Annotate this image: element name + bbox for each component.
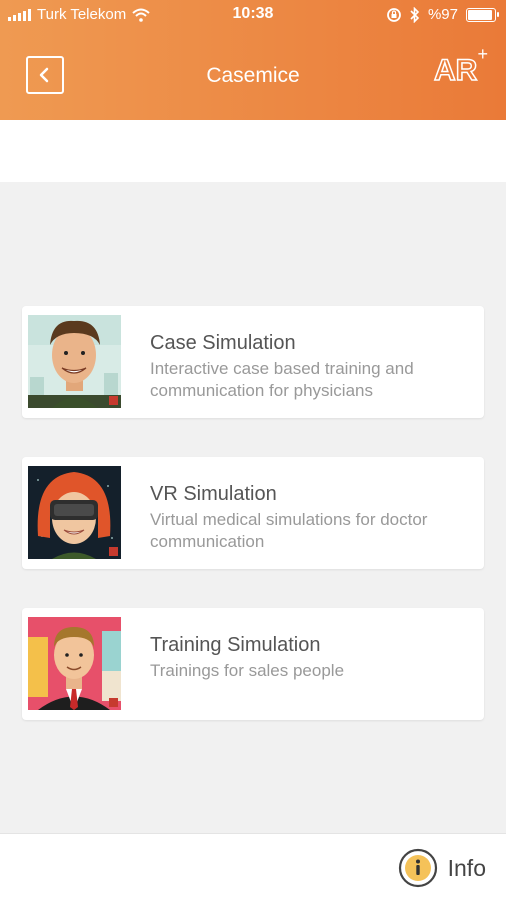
app-header: Turk Telekom 10:38 %97 Casemice AR + bbox=[0, 0, 506, 120]
card-title: Training Simulation bbox=[150, 634, 321, 656]
card-vr-simulation[interactable]: VR Simulation Virtual medical simulation… bbox=[22, 457, 484, 569]
card-description: Trainings for sales people bbox=[150, 661, 345, 680]
card-title: Case Simulation bbox=[150, 332, 296, 354]
card-case-simulation[interactable]: Case Simulation Interactive case based t… bbox=[22, 306, 484, 418]
rotation-lock-icon bbox=[387, 7, 401, 22]
bluetooth-icon bbox=[410, 6, 420, 23]
card-description: Virtual medical simulations for doctor c… bbox=[150, 510, 428, 551]
bottom-bar: Info bbox=[0, 833, 506, 900]
training-simulation-thumbnail bbox=[28, 617, 121, 710]
card-training-simulation[interactable]: Training Simulation Trainings for sales … bbox=[22, 608, 484, 720]
info-label: Info bbox=[447, 854, 486, 881]
card-title: VR Simulation bbox=[150, 483, 277, 505]
ar-label: AR bbox=[433, 53, 478, 88]
ar-plus-label: + bbox=[477, 44, 488, 64]
card-description: Interactive case based training and comm… bbox=[150, 359, 414, 400]
header-spacer bbox=[0, 120, 506, 182]
ar-button[interactable]: AR + bbox=[426, 44, 488, 90]
battery-percent: %97 bbox=[427, 6, 458, 23]
vr-simulation-thumbnail bbox=[28, 466, 121, 559]
case-simulation-thumbnail bbox=[28, 315, 121, 408]
info-icon bbox=[398, 848, 437, 888]
info-button[interactable]: Info bbox=[398, 848, 486, 888]
status-bar: Turk Telekom 10:38 %97 bbox=[0, 0, 506, 30]
battery-icon bbox=[466, 7, 499, 22]
